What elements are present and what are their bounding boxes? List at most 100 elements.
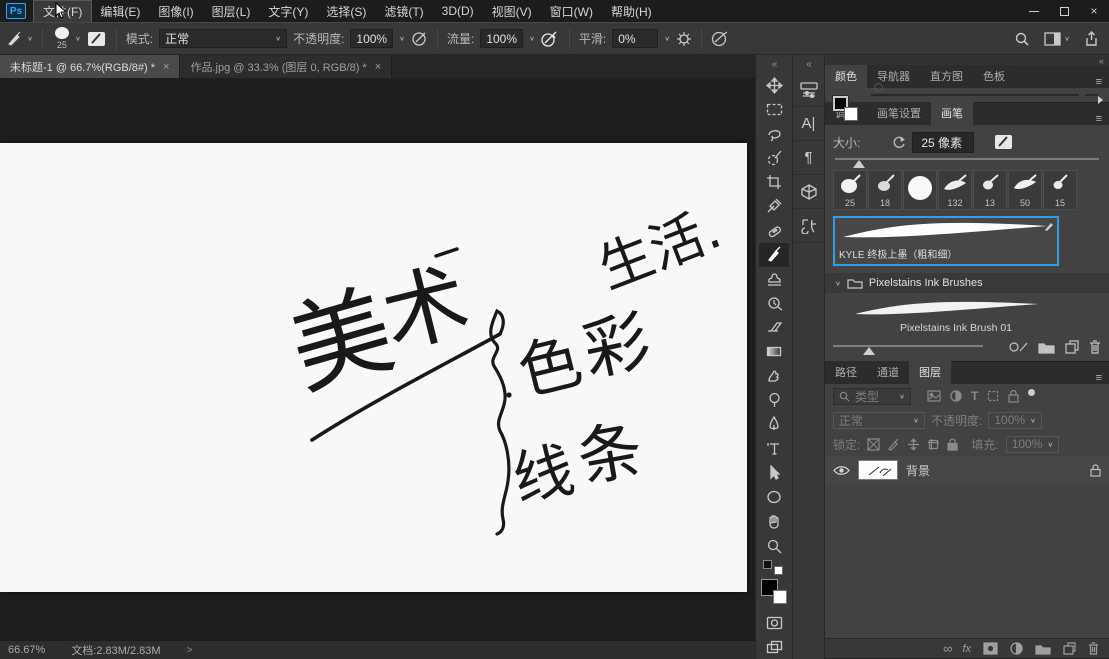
delete-brush-icon[interactable]	[1089, 340, 1101, 354]
brush-list-item[interactable]: Pixelstains Ink Brush 01	[843, 297, 1069, 337]
menu-filter[interactable]: 滤镜(T)	[375, 1, 432, 22]
chevron-down-icon[interactable]: ∨	[835, 279, 841, 286]
brush-list-zoom-slider[interactable]	[833, 342, 983, 352]
3d-panel-icon[interactable]	[793, 175, 825, 209]
filter-image-icon[interactable]	[927, 390, 941, 402]
lasso-tool[interactable]	[759, 121, 789, 145]
close-tab-icon[interactable]: ×	[375, 61, 381, 73]
brush-preset[interactable]: 15	[1043, 170, 1077, 210]
link-layers-icon[interactable]: ∞	[943, 641, 950, 656]
type-tool[interactable]	[759, 437, 789, 461]
collapse-dock-icon[interactable]: «	[793, 55, 824, 73]
panel-menu-icon[interactable]: ≡	[1089, 113, 1109, 125]
menu-help[interactable]: 帮助(H)	[602, 1, 661, 22]
quick-mask-toggle[interactable]	[759, 610, 789, 634]
filter-type-text-icon[interactable]: T	[971, 389, 978, 403]
properties-panel-icon[interactable]	[793, 73, 825, 107]
menu-view[interactable]: 视图(V)	[483, 1, 541, 22]
brush-preset[interactable]: 25	[833, 170, 867, 210]
tab-brushes[interactable]: 画笔	[931, 102, 973, 125]
chevron-down-icon[interactable]: ∨	[529, 35, 535, 42]
brush-preset[interactable]: 13	[973, 170, 1007, 210]
move-tool[interactable]	[759, 73, 789, 97]
brush-size-input[interactable]: 25 像素	[912, 132, 974, 153]
flow-input[interactable]: 100%	[480, 29, 523, 48]
quick-selection-tool[interactable]	[759, 146, 789, 170]
shape-tool[interactable]	[759, 485, 789, 509]
close-button[interactable]: ×	[1079, 1, 1109, 21]
menu-file[interactable]: 文件(F)	[34, 1, 91, 22]
color-fg-bg-swatches[interactable]	[831, 94, 865, 96]
history-brush-tool[interactable]	[759, 291, 789, 315]
panel-menu-icon[interactable]: ≡	[1089, 372, 1109, 384]
tab-swatches[interactable]: 色板	[973, 65, 1015, 88]
tab-brush-settings[interactable]: 画笔设置	[867, 102, 931, 125]
tab-color[interactable]: 颜色	[825, 65, 867, 88]
screen-mode-toggle[interactable]	[759, 635, 789, 659]
new-layer-icon[interactable]	[1063, 642, 1076, 655]
swap-colors-icon[interactable]	[763, 560, 785, 576]
delete-layer-icon[interactable]	[1088, 642, 1099, 655]
menu-image[interactable]: 图像(I)	[149, 1, 202, 22]
saturation-brightness-field[interactable]	[871, 94, 1079, 96]
menu-select[interactable]: 选择(S)	[317, 1, 375, 22]
minimize-button[interactable]	[1019, 1, 1049, 21]
lock-position-icon[interactable]	[907, 438, 920, 451]
layer-opacity-input[interactable]: 100% ∨	[988, 412, 1042, 429]
chevron-down-icon[interactable]: ∨	[664, 35, 670, 42]
maximize-button[interactable]	[1049, 1, 1079, 21]
brush-group-row[interactable]: ∨ Pixelstains Ink Brushes	[825, 273, 1109, 293]
brush-preset[interactable]	[903, 170, 937, 210]
smoothing-gear-icon[interactable]	[676, 31, 692, 47]
new-group-icon[interactable]	[1038, 341, 1055, 354]
menu-edit[interactable]: 编辑(E)	[91, 1, 149, 22]
selected-brush-card[interactable]: KYLE 终极上墨（粗和细）	[833, 216, 1059, 266]
new-adjustment-icon[interactable]	[1010, 642, 1023, 655]
zoom-tool[interactable]	[759, 533, 789, 557]
layer-style-icon[interactable]: fx	[962, 643, 971, 655]
dodge-tool[interactable]	[759, 388, 789, 412]
menu-3d[interactable]: 3D(D)	[433, 2, 483, 20]
glyphs-panel-icon[interactable]	[793, 209, 825, 243]
clone-stamp-tool[interactable]	[759, 267, 789, 291]
tool-preset-picker[interactable]: ∨	[6, 31, 33, 47]
toggle-brush-settings-icon[interactable]	[87, 30, 107, 48]
spot-healing-tool[interactable]	[759, 218, 789, 242]
crop-tool[interactable]	[759, 170, 789, 194]
brush-preset-dropdown[interactable]: 25 ∨	[52, 27, 81, 50]
panel-menu-icon[interactable]: ≡	[1089, 76, 1109, 88]
lock-paint-icon[interactable]	[887, 438, 900, 451]
status-chevron-icon[interactable]: >	[187, 645, 193, 656]
layer-filter-select[interactable]: 类型 ∨	[833, 388, 911, 405]
path-selection-tool[interactable]	[759, 461, 789, 485]
layer-blend-mode-select[interactable]: 正常 ∨	[833, 412, 925, 429]
workspace-switcher[interactable]: ∨	[1044, 32, 1070, 46]
brush-tool[interactable]	[759, 243, 789, 267]
lock-transparency-icon[interactable]	[867, 438, 880, 451]
paragraph-panel-icon[interactable]: ¶	[793, 141, 825, 175]
tab-histogram[interactable]: 直方图	[920, 65, 973, 88]
chevron-down-icon[interactable]: ∨	[399, 35, 405, 42]
filter-toggle-dot[interactable]	[1028, 389, 1035, 396]
color-picker-ring[interactable]	[874, 83, 883, 92]
menu-window[interactable]: 窗口(W)	[541, 1, 602, 22]
share-icon[interactable]	[1084, 31, 1099, 47]
opacity-pressure-icon[interactable]	[411, 30, 428, 47]
brush-preset[interactable]: 18	[868, 170, 902, 210]
eraser-tool[interactable]	[759, 315, 789, 339]
filter-adjustment-icon[interactable]	[950, 390, 962, 402]
brush-size-slider[interactable]	[835, 155, 1099, 167]
collapse-toolbar-icon[interactable]: «	[756, 55, 792, 73]
document-tab-untitled[interactable]: 未标题-1 @ 66.7%(RGB/8#) * ×	[0, 55, 180, 78]
slider-thumb[interactable]	[853, 160, 865, 168]
tab-channels[interactable]: 通道	[867, 361, 909, 384]
gradient-tool[interactable]	[759, 340, 789, 364]
menu-type[interactable]: 文字(Y)	[259, 1, 317, 22]
smudge-tool[interactable]	[759, 364, 789, 388]
visibility-eye-icon[interactable]	[833, 465, 850, 476]
smoothing-input[interactable]: 0%	[612, 29, 658, 48]
reset-size-icon[interactable]	[892, 136, 906, 149]
foreground-background-swatches[interactable]	[761, 579, 787, 604]
brush-settings-toggle-icon[interactable]	[994, 133, 1014, 151]
filter-smartobject-icon[interactable]	[1008, 390, 1019, 403]
